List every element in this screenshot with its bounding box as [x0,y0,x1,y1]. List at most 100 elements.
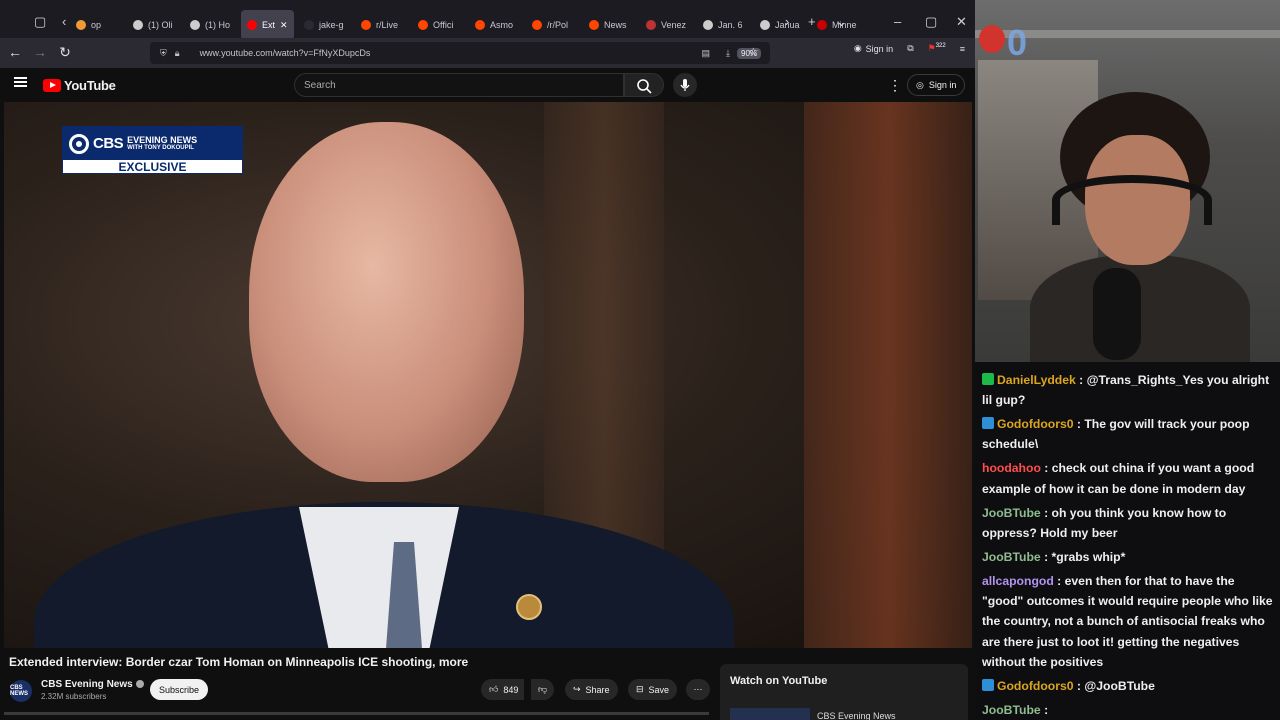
microphone-icon [680,79,690,91]
exclusive-label: EXCLUSIVE [118,160,187,174]
share-label: Share [585,684,610,695]
chat-message: JooBTube : oh you think you know how to … [982,503,1276,544]
cbs-logo-text: CBS [93,135,124,152]
browser-tab[interactable]: /r/Pol [526,10,579,40]
browser-tab[interactable]: jake-g [298,10,351,40]
subscribe-button[interactable]: Subscribe [150,679,209,700]
browser-tab[interactable]: Ext ✕ [241,10,294,40]
account-icon[interactable]: ◉ [854,43,862,54]
voice-search-button[interactable] [673,73,697,97]
close-tab-icon[interactable]: ✕ [280,20,288,31]
browser-signin-label[interactable]: Sign in [866,44,894,54]
close-window-icon[interactable]: ✕ [956,14,967,30]
youtube-logo[interactable]: YouTube [43,78,116,93]
tab-list-icon[interactable]: ▢ [34,14,46,30]
maximize-icon[interactable]: ▢ [925,14,937,30]
tab-favicon-icon [76,20,86,30]
chat-username[interactable]: Godofdoors0 [997,679,1074,693]
tab-favicon-icon [475,20,485,30]
browser-tab[interactable]: (1) Oli [127,10,180,40]
hamburger-menu-icon[interactable] [14,77,27,87]
background-bookshelf-right [804,102,972,648]
like-count: 849 [503,684,519,695]
save-label: Save [648,684,670,695]
video-progress-bar[interactable] [4,712,709,715]
scroll-tabs-right-icon[interactable]: › [785,14,789,29]
youtube-play-icon [43,79,61,92]
watch-on-youtube-label[interactable]: Watch on YouTube [730,675,827,687]
channel-name-link[interactable]: CBS Evening News [41,679,144,690]
chat-username[interactable]: JooBTube [982,703,1041,717]
settings-kebab-icon[interactable]: ⋮ [888,77,902,94]
chat-username[interactable]: Godofdoors0 [997,417,1074,431]
chat-message: hoodahoo : check out china if you want a… [982,458,1276,499]
new-tab-icon[interactable]: + [808,14,816,29]
browser-tab[interactable]: r/Live [355,10,408,40]
search-button[interactable] [624,73,664,97]
tab-favicon-icon [190,20,200,30]
list-all-tabs-icon[interactable]: ⌄ [836,14,847,30]
tab-label: Jan. 6 [718,20,743,30]
microphone [1093,268,1141,360]
app-menu-icon[interactable]: ≡ [960,44,965,54]
chat-username[interactable]: hoodahoo [982,461,1041,475]
browser-tab[interactable]: Venez [640,10,693,40]
watch-on-youtube-panel[interactable]: Watch on YouTube CBS Evening News [720,664,968,720]
minimize-icon[interactable]: – [894,14,901,29]
tab-label: jake-g [319,20,344,30]
browser-tab[interactable]: Offici [412,10,465,40]
tab-favicon-icon [418,20,428,30]
tab-list: op (1) Oli (1) Ho Ext ✕ jake-g r/Live Offici Asm… [70,8,864,40]
chat-badge-icon [982,678,994,691]
extensions-icon[interactable]: ⧉ [907,43,913,54]
tab-label: (1) Ho [205,20,231,30]
browser-tab[interactable]: (1) Ho [184,10,237,40]
extension-badge-icon[interactable]: ⚑322 [928,43,946,54]
browser-tab[interactable]: Jan. 6 [697,10,750,40]
search-input[interactable]: Search [294,73,624,97]
user-circle-icon: ◎ [916,79,924,90]
reader-view-icon[interactable]: ▤ [701,48,710,59]
tab-favicon-icon [646,20,656,30]
shield-icon[interactable]: ⛨ [160,48,167,59]
browser-tab[interactable]: News [583,10,636,40]
bookmark-star-icon[interactable]: ☆ [748,45,759,59]
reload-icon[interactable]: ↻ [52,44,78,61]
url-bar[interactable]: ⛨ 🔒︎ www.youtube.com/watch?v=FfNyXDupcDs… [150,42,770,64]
browser-tab[interactable]: op [70,10,123,40]
chat-badge-icon [982,373,994,385]
video-player[interactable]: CBS EVENING NEWS WITH TONY DOKOUPIL EXCL… [4,102,972,648]
chat-username[interactable]: JooBTube [982,550,1041,564]
thumbs-down-icon: 👎︎ [538,684,548,694]
channel-name[interactable]: CBS Evening News [41,679,133,690]
browser-tab[interactable]: Asmo [469,10,522,40]
url-text[interactable]: www.youtube.com/watch?v=FfNyXDupcDs [200,48,371,58]
like-button[interactable]: 👍︎ 849 [481,679,525,700]
forward-icon[interactable]: → [27,44,53,60]
tab-favicon-icon [760,20,770,30]
dislike-button[interactable]: 👎︎ [531,679,555,700]
share-button[interactable]: ↪ Share [565,679,618,700]
chat-username[interactable]: JooBTube [982,506,1041,520]
browser-tab[interactable]: Janua [754,10,807,40]
tab-label: r/Live [376,20,399,30]
more-actions-button[interactable]: ⋯ [686,679,710,700]
chat-message: Godofdoors0 : The gov will track your po… [982,414,1276,455]
share-icon: ↪ [573,684,581,694]
chat-username[interactable]: allcapongod [982,574,1054,588]
subscriber-count: 2.32M subscribers [41,692,107,701]
download-page-icon[interactable]: ⤓ [726,48,730,59]
related-thumbnail[interactable] [730,708,810,720]
tab-favicon-icon [133,20,143,30]
back-icon[interactable]: ← [2,44,28,60]
tab-favicon-icon [361,20,371,30]
lock-icon[interactable]: 🔒︎ [175,48,180,59]
scroll-tabs-left-icon[interactable]: ‹ [62,14,66,29]
save-button[interactable]: ⊟ Save [628,679,678,700]
youtube-signin-button[interactable]: ◎ Sign in [907,74,966,96]
tab-label: Asmo [490,20,514,30]
verified-icon [135,680,144,689]
channel-avatar[interactable]: CBS NEWS [10,680,32,702]
chat-username[interactable]: DanielLyddek [997,373,1076,387]
tab-favicon-icon [532,20,542,30]
